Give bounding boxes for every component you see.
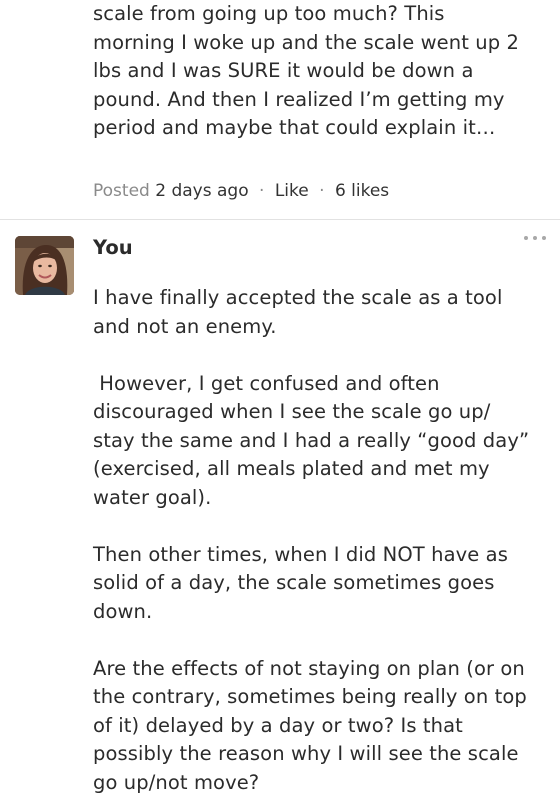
user-avatar-photo xyxy=(15,236,74,295)
comment-line: the contrary, sometimes being really on … xyxy=(93,685,527,708)
comment-line: possibly the reason why I will see the s… xyxy=(93,742,519,765)
comment-line: and not an enemy. xyxy=(93,314,277,338)
comment-line: However, I get confused and often xyxy=(93,371,440,395)
comment-line: Are the effects of not staying on plan (… xyxy=(93,656,525,680)
post-body-line: period and maybe that could explain it… xyxy=(93,116,496,139)
post-body-line: scale from going up too much? This xyxy=(93,2,445,25)
divider xyxy=(0,219,560,220)
avatar[interactable] xyxy=(15,236,74,295)
likes-count[interactable]: 6 likes xyxy=(335,181,389,201)
posted-time: 2 days ago xyxy=(155,181,249,201)
comment-line: (exercised, all meals plated and met my xyxy=(93,457,490,480)
comment-line: discouraged when I see the scale go up/ xyxy=(93,400,491,423)
comment-line: stay the same and I had a really “good d… xyxy=(93,428,530,452)
comment-line: Then other times, when I did NOT have as xyxy=(93,542,508,566)
comment-author[interactable]: You xyxy=(93,234,133,262)
post-body-line: lbs and I was SURE it would be down a xyxy=(93,59,474,82)
comment-body: I have finally accepted the scale as a t… xyxy=(93,284,553,797)
like-link[interactable]: Like xyxy=(275,181,309,201)
meta-separator: · xyxy=(319,181,325,201)
comment-line: of it) delayed by a day or two? Is that xyxy=(93,713,463,737)
meta-separator: · xyxy=(259,181,265,201)
post-meta: Posted 2 days ago · Like · 6 likes xyxy=(93,178,389,204)
comment-line: go up/not move? xyxy=(93,770,260,794)
posted-label: Posted xyxy=(93,181,150,201)
post-body-line: pound. And then I realized I’m getting m… xyxy=(93,87,505,111)
comment-line: down. xyxy=(93,599,153,623)
post-body: scale from going up too much? This morni… xyxy=(93,0,543,143)
post-body-line: morning I woke up and the scale went up … xyxy=(93,30,519,54)
comment-line: I have finally accepted the scale as a t… xyxy=(93,286,503,309)
comment-line: solid of a day, the scale sometimes goes xyxy=(93,571,495,594)
more-horizontal-icon[interactable] xyxy=(524,231,546,245)
comment-line: water goal). xyxy=(93,485,212,509)
